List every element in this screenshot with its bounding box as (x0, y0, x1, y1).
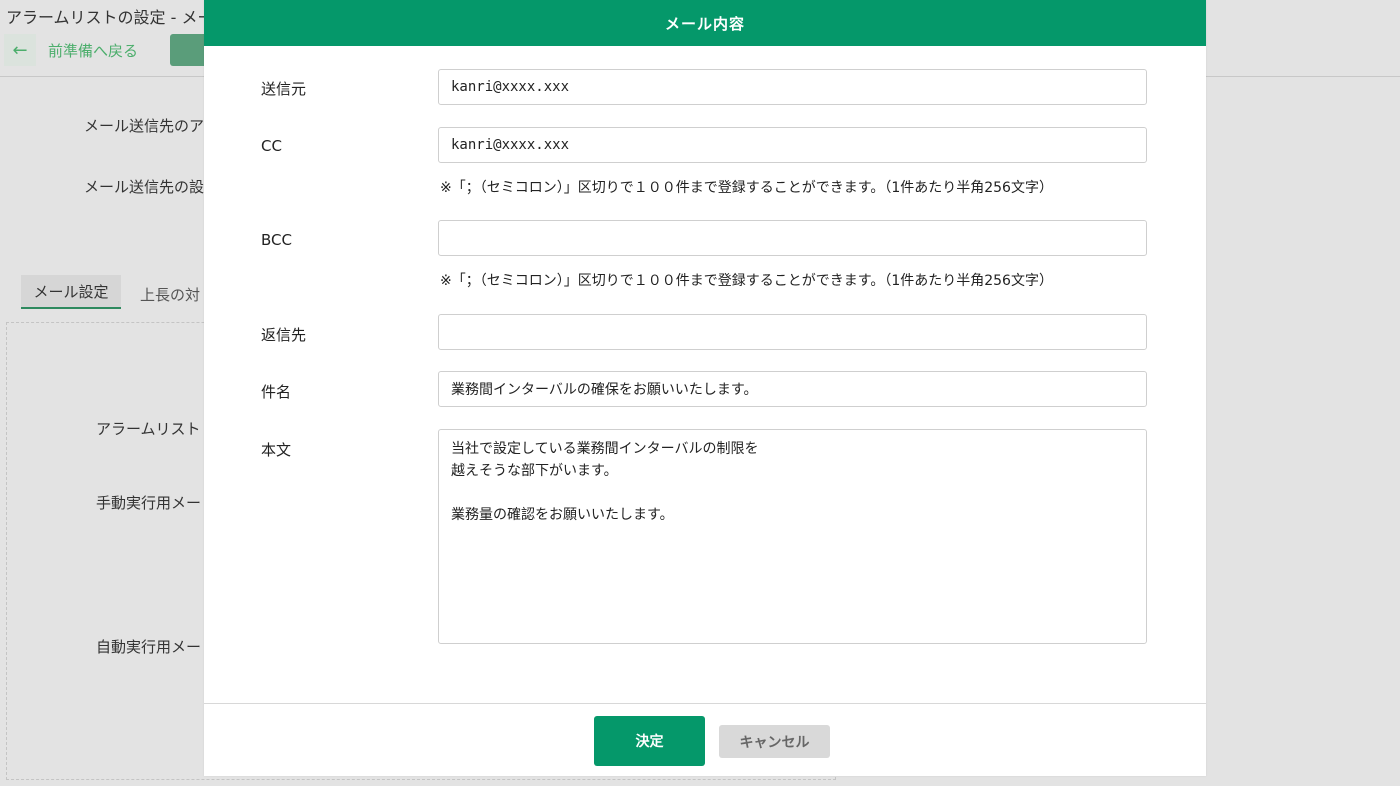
reply-to-input[interactable] (438, 314, 1147, 350)
cc-note: ※「；（セミコロン）」区切りで１００件まで登録することができます。（1件あたり半… (440, 180, 1053, 196)
cc-label: CC (261, 137, 282, 155)
bcc-note: ※「；（セミコロン）」区切りで１００件まで登録することができます。（1件あたり半… (440, 273, 1053, 289)
mail-content-dialog: メール内容 送信元 CC ※「；（セミコロン）」区切りで１００件まで登録すること… (204, 0, 1206, 776)
subject-input[interactable] (438, 371, 1147, 407)
reply-to-label: 返信先 (261, 326, 307, 344)
cc-input[interactable] (438, 127, 1147, 163)
recipient-address-label: メール送信先のア (84, 117, 205, 135)
tab-mail-settings[interactable]: メール設定 (21, 275, 121, 309)
dialog-title: メール内容 (204, 0, 1206, 46)
auto-mail-label: 自動実行用メー (96, 638, 202, 656)
alarm-list-label: アラームリスト (96, 420, 201, 438)
subject-label: 件名 (261, 383, 292, 401)
back-link-label: 前準備へ戻る (48, 41, 139, 60)
dialog-footer-divider (204, 703, 1206, 704)
bcc-input[interactable] (438, 220, 1147, 256)
body-label: 本文 (261, 441, 292, 459)
tab-supervisor[interactable]: 上長の対 (140, 284, 200, 305)
arrow-left-icon: ← (4, 34, 36, 66)
screen: アラームリストの設定 - メー ← 前準備へ戻る メール送信先のア メール送信先… (0, 0, 1400, 786)
cancel-button[interactable]: キャンセル (719, 725, 830, 758)
from-label: 送信元 (261, 80, 307, 98)
back-link[interactable]: ← 前準備へ戻る (4, 34, 138, 66)
from-input[interactable] (438, 69, 1147, 105)
window-title: アラームリストの設定 - メー (6, 8, 214, 27)
body-textarea[interactable]: 当社で設定している業務間インターバルの制限を 越えそうな部下がいます。 業務量の… (438, 429, 1147, 644)
recipient-settings-label: メール送信先の設 (84, 178, 205, 196)
bcc-label: BCC (261, 231, 292, 249)
manual-mail-label: 手動実行用メー (96, 494, 202, 512)
ok-button[interactable]: 決定 (594, 716, 705, 766)
